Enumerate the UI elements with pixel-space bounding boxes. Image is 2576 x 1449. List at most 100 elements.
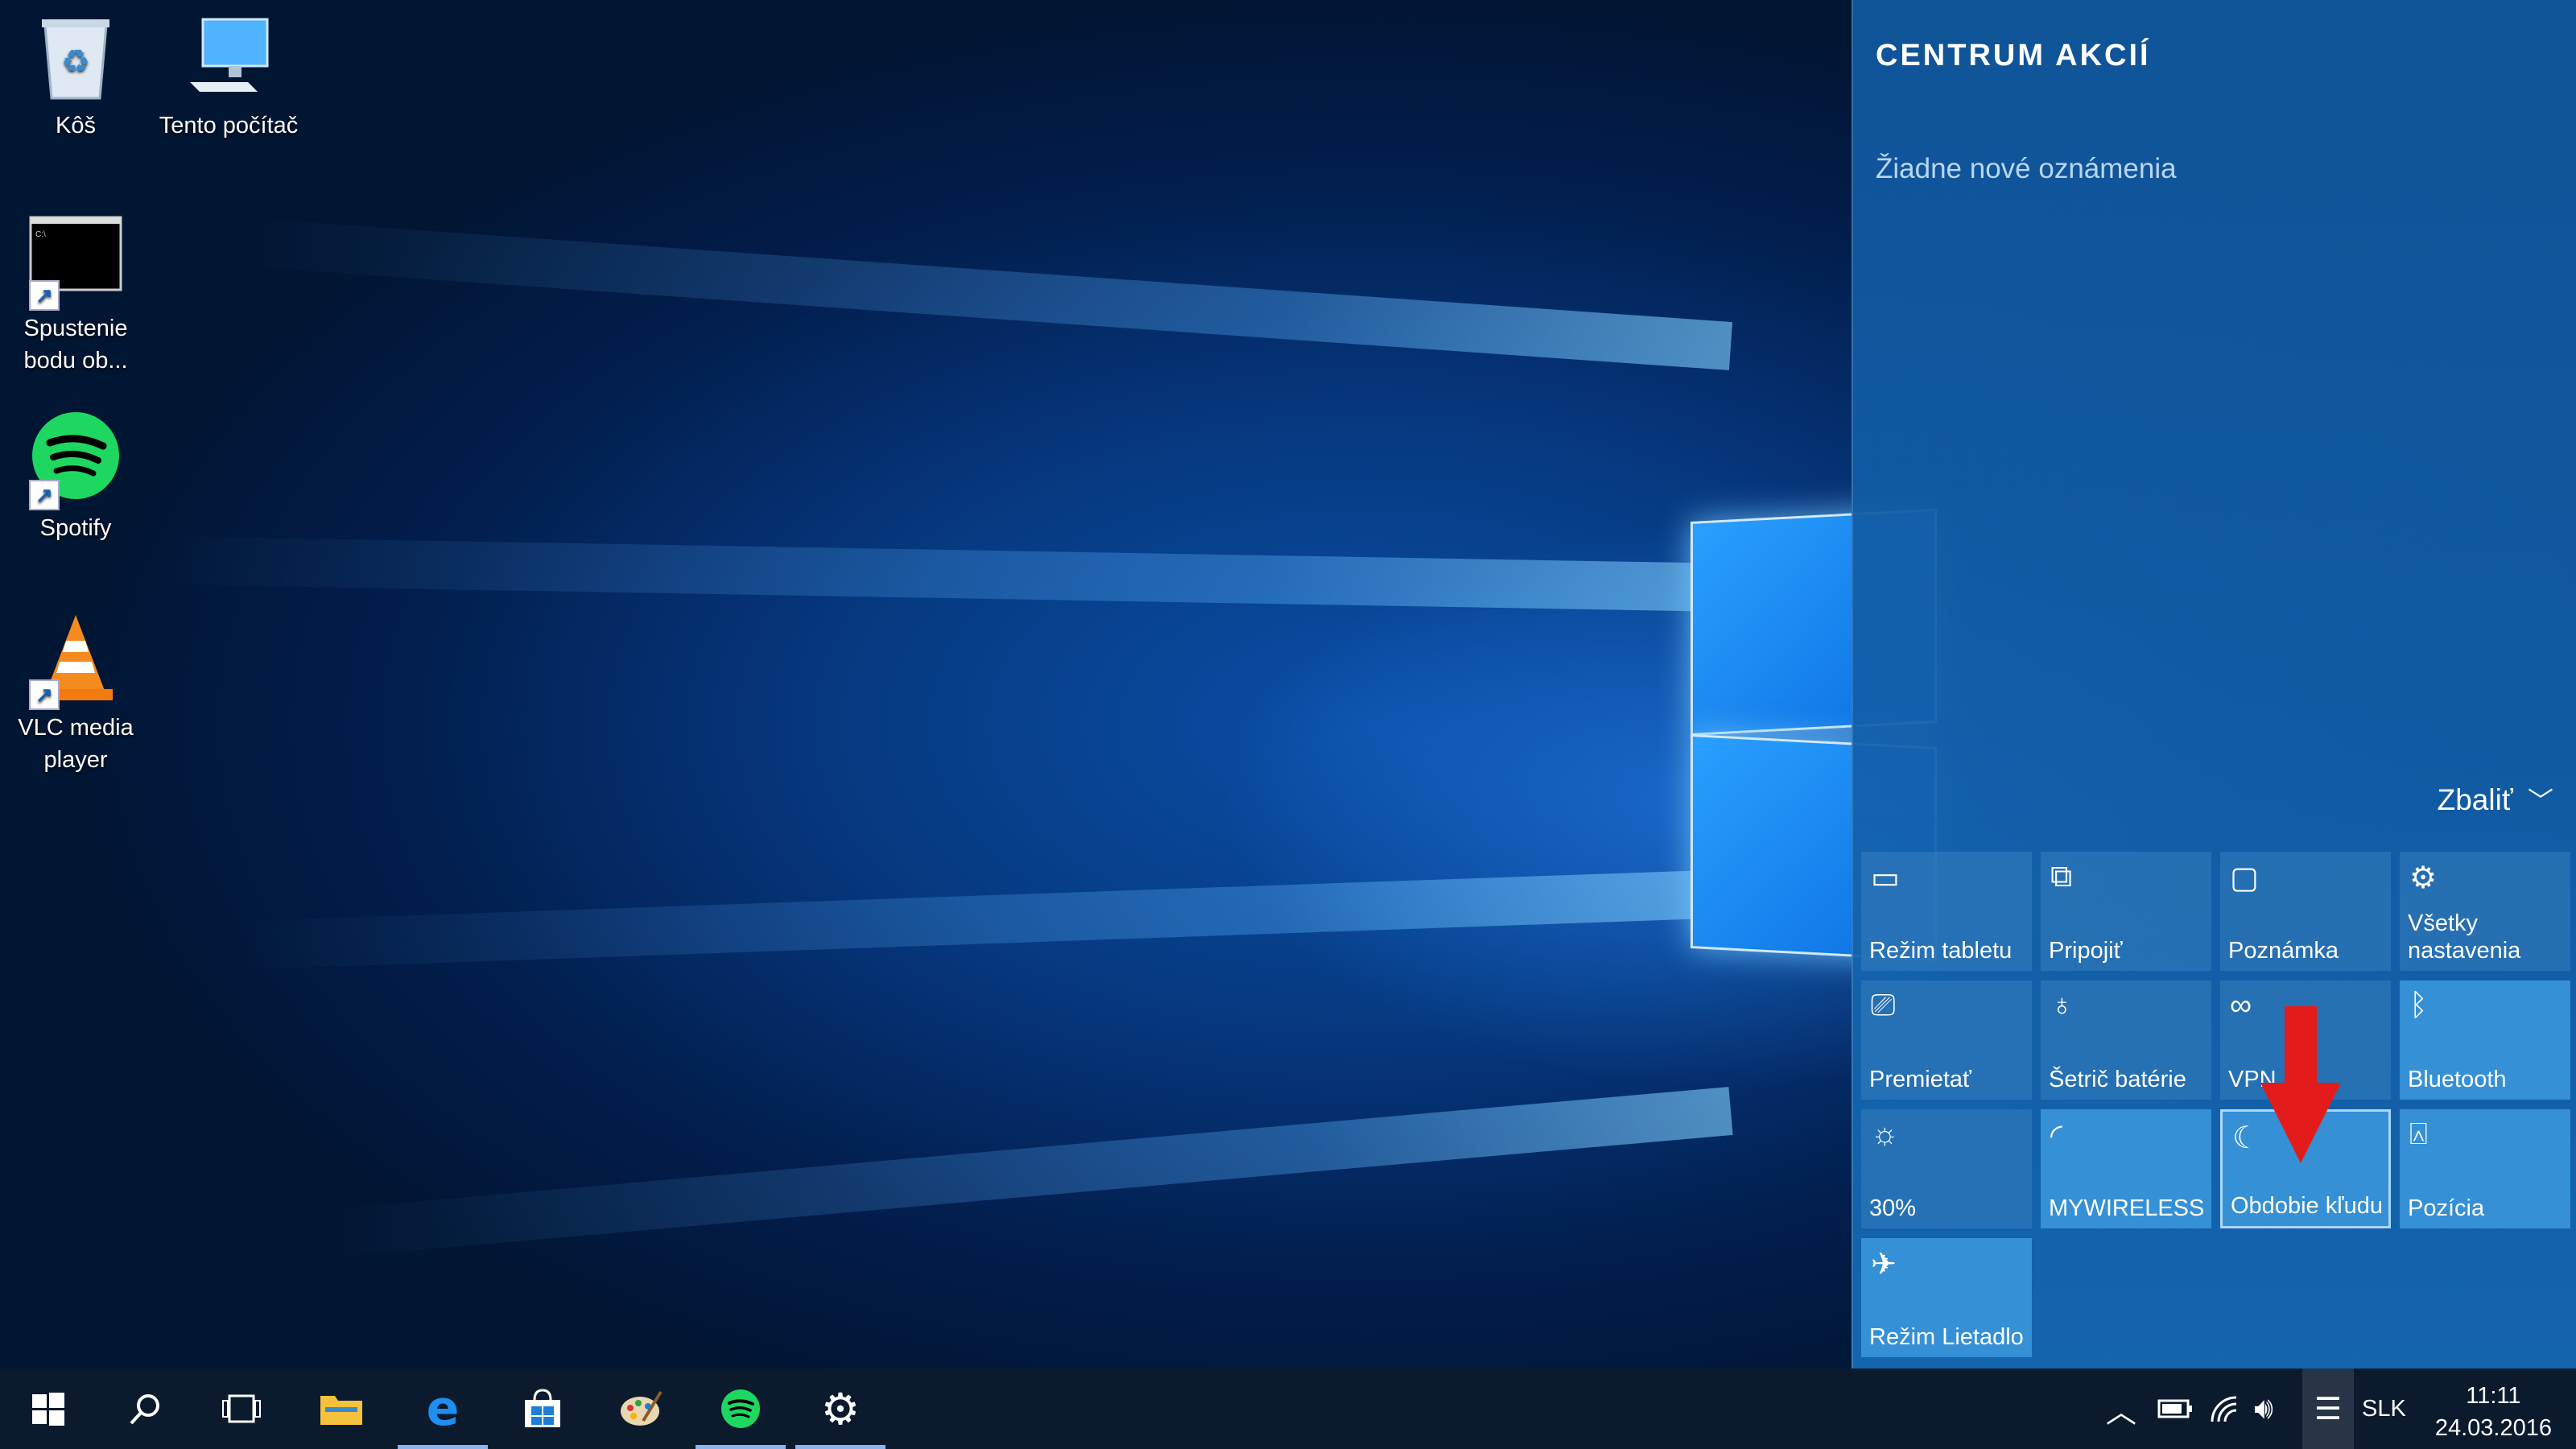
icon-label: Tento počítač [159,113,299,138]
action-center-title: CENTRUM AKCIÍ [1876,39,2151,72]
connect-icon: ⧉ [2050,860,2073,894]
tile-project[interactable]: ⎚ Premietať [1861,980,2032,1100]
note-icon: ▢ [2230,861,2259,895]
edge-icon: e [426,1381,460,1437]
light-beam [325,1087,1733,1258]
speaker-icon: 🔊︎ [2254,1391,2273,1426]
tile-label: Pripojiť [2049,938,2123,964]
shortcut-arrow-icon: ↗ [29,679,60,710]
tile-tablet-mode[interactable]: ▭ Režim tabletu [1861,852,2032,971]
tile-label: Bluetooth [2408,1067,2507,1092]
folder-icon [320,1396,362,1425]
store-icon [525,1389,560,1427]
chevron-down-icon: ﹀ [2527,786,2553,815]
clock-time: 11:11 [2466,1383,2521,1409]
spotify-icon [721,1389,760,1428]
airplane-icon: ✈ [1871,1248,1897,1282]
action-center-panel: CENTRUM AKCIÍ Žiadne nové oznámenia Zbal… [1852,0,2576,1368]
windows-icon [32,1393,64,1426]
this-pc-shortcut[interactable]: Tento počítač [156,8,301,142]
volume-tray-button[interactable]: 🔊︎ [2254,1368,2273,1449]
tile-label: Premietať [1869,1067,1971,1092]
tablet-mode-icon: ▭ [1871,861,1900,895]
spotify-icon: ↗ [27,411,124,510]
tile-label: Obdobie kľudu [2231,1193,2384,1219]
svg-text:♻: ♻ [61,44,90,80]
search-icon [130,1394,159,1425]
search-button[interactable] [97,1368,193,1449]
svg-text:C:\: C:\ [35,230,46,239]
tile-label: Pozícia [2408,1195,2485,1221]
tile-label: Všetky nastavenia [2408,910,2521,964]
collapse-label: Zbaliť [2437,783,2513,816]
restore-point-shortcut[interactable]: C:\ ↗ Spustenie bodu ob... [3,211,148,377]
tile-bluetooth[interactable]: ᛒ Bluetooth [2400,980,2570,1100]
spotify-shortcut[interactable]: ↗ Spotify [3,411,148,544]
battery-saver-icon: ♁ [2050,989,2074,1022]
tile-all-settings[interactable]: ⚙ Všetky nastavenia [2400,852,2570,971]
tile-connect[interactable]: ⧉ Pripojiť [2041,852,2211,971]
language-label: SLK [2362,1395,2406,1422]
battery-tray-button[interactable] [2157,1368,2193,1449]
console-icon: C:\ ↗ [27,211,124,311]
taskbar-store[interactable] [494,1368,591,1449]
tile-airplane-mode[interactable]: ✈ Režim Lietadlo [1861,1238,2032,1357]
gear-icon: ⚙ [820,1385,861,1434]
network-tray-button[interactable] [2209,1368,2241,1449]
recycle-bin-shortcut[interactable]: ♻ Kôš [3,8,148,142]
taskbar: e ⚙ ︿ 🔊︎ ☰ SLK 11:11 24.03.2016 [0,1368,2576,1449]
vlc-shortcut[interactable]: ↗ VLC media player [3,610,148,776]
tile-location[interactable]: ⍓ Pozícia [2400,1109,2570,1228]
battery-icon [2157,1399,2192,1418]
no-notifications-text: Žiadne nové oznámenia [1876,153,2177,184]
icon-label: Spotify [39,515,112,541]
tile-label: Poznámka [2228,938,2339,964]
vpn-icon: ∞ [2230,989,2252,1022]
taskbar-settings[interactable]: ⚙ [792,1368,889,1449]
icon-label: VLC media player [18,715,134,773]
task-view-button[interactable] [193,1368,290,1449]
tile-battery-saver[interactable]: ♁ Šetrič batérie [2041,980,2211,1100]
shortcut-arrow-icon: ↗ [29,280,60,311]
tile-label: Režim tabletu [1869,938,2013,964]
clock-button[interactable]: 11:11 24.03.2016 [2435,1380,2552,1444]
icon-label: Kôš [56,113,96,138]
light-beam [242,869,1732,970]
light-beam [160,535,1732,612]
taskbar-spotify[interactable] [692,1368,789,1449]
show-hidden-icons-button[interactable]: ︿ [2106,1368,2136,1449]
start-button[interactable] [0,1368,97,1449]
taskbar-file-explorer[interactable] [293,1368,390,1449]
icon-label: Spustenie bodu ob... [23,316,128,374]
tile-note[interactable]: ▢ Poznámka [2220,852,2391,971]
input-language-button[interactable]: SLK [2362,1368,2406,1449]
task-view-icon [222,1394,261,1423]
recycle-bin-icon: ♻ [27,8,124,105]
action-center-button[interactable]: ☰ [2302,1368,2354,1449]
tile-label: Režim Lietadlo [1869,1324,2024,1350]
vlc-cone-icon: ↗ [27,610,124,710]
annotation-arrow-head [2260,1083,2341,1163]
taskbar-edge[interactable]: e [394,1368,491,1449]
paint-palette-icon [621,1390,663,1426]
chevron-up-icon: ︿ [2106,1395,2137,1430]
shortcut-arrow-icon: ↗ [29,480,60,510]
project-icon: ⎚ [1871,989,1896,1022]
brightness-icon: ☼ [1871,1117,1899,1151]
tile-label: 30% [1869,1195,1917,1221]
bluetooth-icon: ᛒ [2409,989,2428,1022]
location-icon: ⍓ [2409,1117,2428,1151]
clock-date: 24.03.2016 [2434,1415,2552,1441]
collapse-button[interactable]: Zbaliť ﹀ [2438,781,2553,818]
quiet-hours-icon: ☾ [2232,1121,2260,1155]
tile-brightness[interactable]: ☼ 30% [1861,1109,2032,1228]
light-beam [243,218,1733,370]
wifi-icon: ◜ [2050,1119,2062,1153]
tile-label: Šetrič batérie [2049,1067,2186,1092]
gear-icon: ⚙ [2409,861,2438,895]
annotation-arrow-shaft [2285,1006,2317,1095]
taskbar-paint[interactable] [592,1368,689,1449]
notification-icon: ☰ [2314,1392,2343,1426]
computer-icon [180,8,277,105]
tile-wifi[interactable]: ◜ MYWIRELESS [2041,1109,2211,1228]
